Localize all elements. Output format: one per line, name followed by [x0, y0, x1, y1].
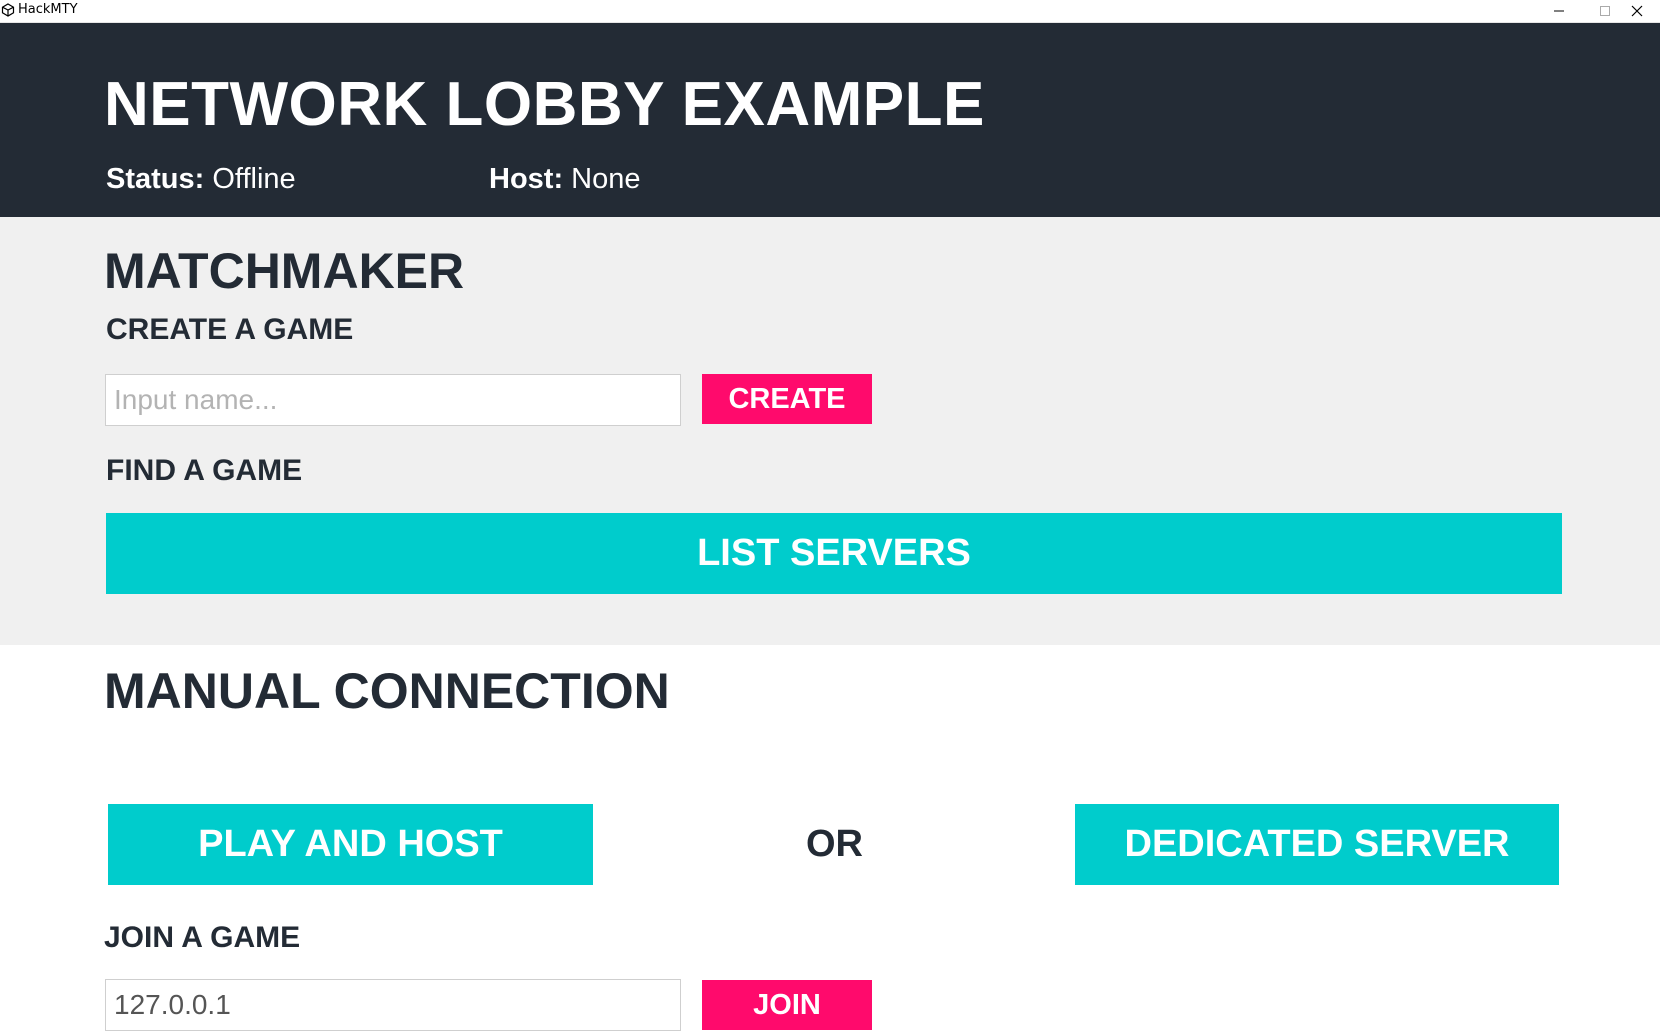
server-address-input[interactable] — [105, 979, 681, 1031]
status-label: Status: — [106, 163, 205, 195]
unity-logo-icon — [1, 3, 15, 17]
list-servers-button[interactable]: LIST SERVERS — [106, 513, 1562, 594]
game-name-input[interactable] — [105, 374, 681, 426]
status-value: Offline — [212, 163, 296, 195]
status-indicator: Status: Offline — [106, 163, 296, 196]
host-value: None — [571, 163, 641, 195]
dedicated-server-button[interactable]: DEDICATED SERVER — [1075, 804, 1559, 885]
maximize-icon — [1600, 6, 1610, 16]
join-button[interactable]: JOIN — [702, 980, 872, 1030]
create-game-heading: CREATE A GAME — [106, 313, 354, 346]
matchmaker-heading: MATCHMAKER — [104, 243, 465, 299]
window-title: HackMTY — [18, 2, 78, 17]
manual-connection-heading: MANUAL CONNECTION — [104, 663, 670, 719]
page-title: NETWORK LOBBY EXAMPLE — [104, 70, 985, 139]
lobby-header: NETWORK LOBBY EXAMPLE Status: Offline Ho… — [0, 23, 1660, 217]
play-and-host-button[interactable]: PLAY AND HOST — [108, 804, 593, 885]
find-game-heading: FIND A GAME — [106, 454, 303, 487]
minimize-icon — [1554, 10, 1564, 12]
host-label: Host: — [489, 163, 564, 195]
close-button[interactable] — [1614, 0, 1660, 22]
join-game-heading: JOIN A GAME — [104, 921, 301, 954]
matchmaker-panel: MATCHMAKER CREATE A GAME CREATE FIND A G… — [0, 217, 1660, 645]
or-separator: OR — [806, 823, 863, 865]
close-icon — [1631, 5, 1643, 17]
minimize-button[interactable] — [1536, 0, 1582, 22]
create-button[interactable]: CREATE — [702, 374, 872, 424]
window-titlebar: HackMTY — [0, 0, 1660, 23]
host-indicator: Host: None — [489, 163, 641, 196]
